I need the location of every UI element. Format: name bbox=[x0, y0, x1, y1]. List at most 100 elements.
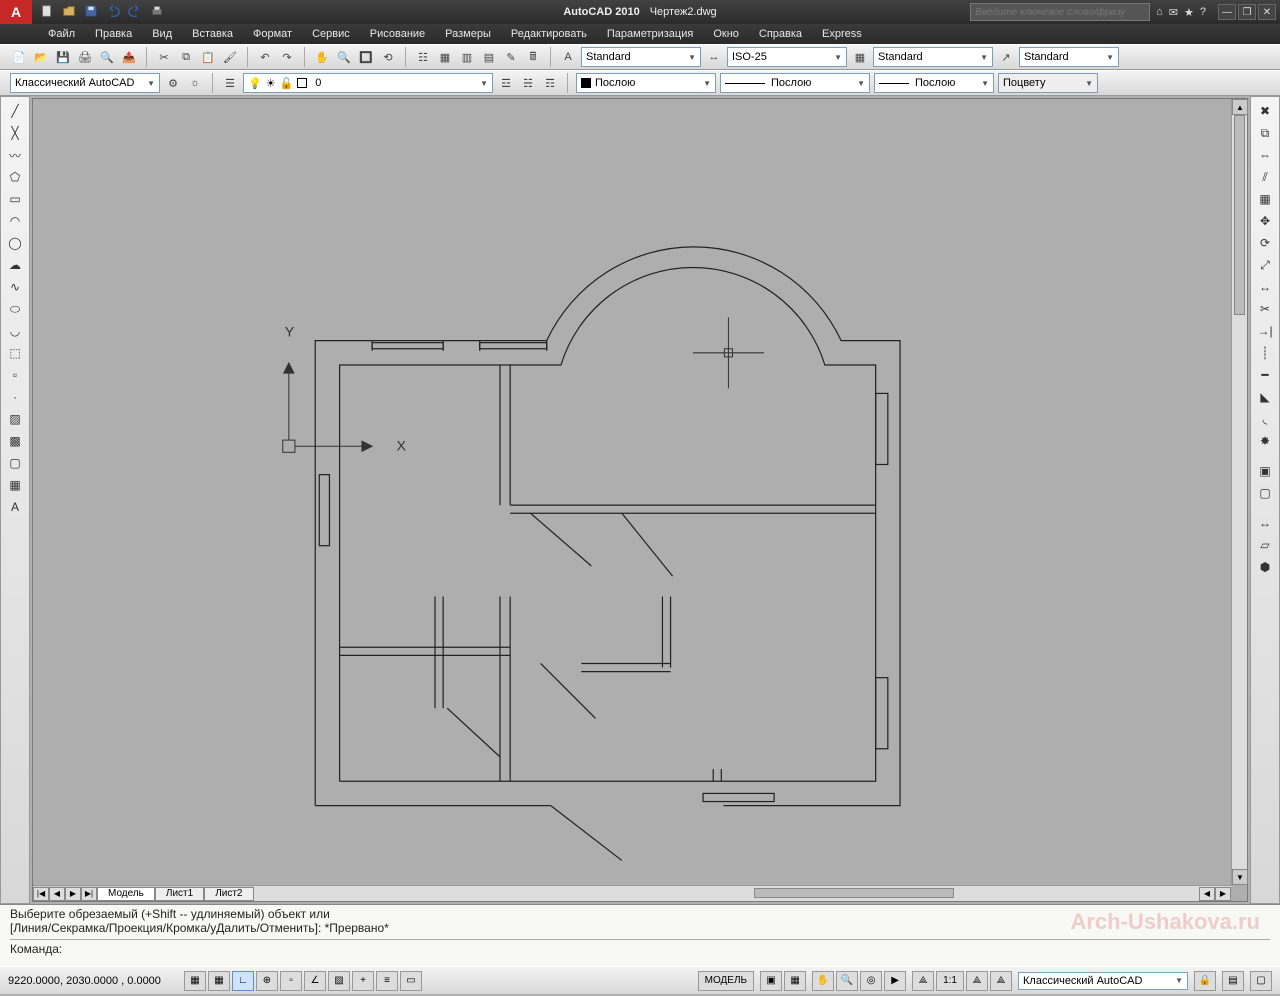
status-workspace-combo[interactable]: Классический AutoCAD▼ bbox=[1018, 972, 1188, 990]
chamfer-icon[interactable]: ◣ bbox=[1255, 387, 1275, 407]
ellipse-arc-icon[interactable]: ◡ bbox=[5, 321, 25, 341]
minimize-button[interactable]: — bbox=[1218, 4, 1236, 20]
zoom-status-icon[interactable]: 🔍 bbox=[836, 971, 858, 991]
save-file-icon[interactable]: 💾 bbox=[54, 48, 72, 66]
offset-icon[interactable]: ⫽ bbox=[1255, 167, 1275, 187]
tab-prev-button[interactable]: ◀ bbox=[49, 887, 65, 901]
move-icon[interactable]: ✥ bbox=[1255, 211, 1275, 231]
drawing-canvas[interactable]: X Y bbox=[32, 98, 1248, 902]
print-icon[interactable] bbox=[150, 4, 166, 20]
rotate-icon[interactable]: ⟳ bbox=[1255, 233, 1275, 253]
infocenter-icon[interactable]: ⌂ bbox=[1156, 6, 1163, 18]
tab-first-button[interactable]: |◀ bbox=[33, 887, 49, 901]
open-file-icon[interactable]: 📂 bbox=[32, 48, 50, 66]
quickcalc-icon[interactable]: 🖩 bbox=[524, 48, 542, 66]
fillet-icon[interactable]: ◟ bbox=[1255, 409, 1275, 429]
menu-file[interactable]: Файл bbox=[40, 26, 83, 42]
table-style-combo[interactable]: Standard▼ bbox=[873, 47, 993, 67]
close-button[interactable]: ✕ bbox=[1258, 4, 1276, 20]
qnew-icon[interactable]: 📄 bbox=[10, 48, 28, 66]
pan-icon[interactable]: ✋ bbox=[313, 48, 331, 66]
tab-next-button[interactable]: ▶ bbox=[65, 887, 81, 901]
make-block-icon[interactable]: ▫ bbox=[5, 365, 25, 385]
menu-express[interactable]: Express bbox=[814, 26, 870, 42]
matchprop-icon[interactable]: 🖌 bbox=[221, 48, 239, 66]
command-input[interactable] bbox=[66, 942, 1270, 956]
draworder-front-icon[interactable]: ▣ bbox=[1255, 461, 1275, 481]
redo-icon[interactable] bbox=[128, 4, 144, 20]
menu-format[interactable]: Формат bbox=[245, 26, 300, 42]
mleaderstyle-icon[interactable]: ↗ bbox=[997, 48, 1015, 66]
tab-model[interactable]: Модель bbox=[97, 887, 155, 901]
mtext-icon[interactable]: A bbox=[5, 497, 25, 517]
arc-icon[interactable]: ◠ bbox=[5, 211, 25, 231]
horizontal-scrollbar[interactable]: |◀ ◀ ▶ ▶| Модель Лист1 Лист2 ◀ ▶ bbox=[33, 885, 1231, 901]
textstyle-icon[interactable]: A bbox=[559, 48, 577, 66]
sheetset-icon[interactable]: ▤ bbox=[480, 48, 498, 66]
osnap-toggle[interactable]: ▫ bbox=[280, 971, 302, 991]
dim-style-combo[interactable]: ISO-25▼ bbox=[727, 47, 847, 67]
scroll-left-button[interactable]: ◀ bbox=[1199, 887, 1215, 901]
favorites-icon[interactable]: ★ bbox=[1184, 6, 1194, 19]
text-style-combo[interactable]: Standard▼ bbox=[581, 47, 701, 67]
measure-mass-icon[interactable]: ⬢ bbox=[1255, 557, 1275, 577]
menu-window[interactable]: Окно bbox=[705, 26, 747, 42]
line-icon[interactable]: ╱ bbox=[5, 101, 25, 121]
mirror-icon[interactable]: ⇔ bbox=[1255, 145, 1275, 165]
insert-block-icon[interactable]: ⬚ bbox=[5, 343, 25, 363]
trim-icon[interactable]: ✂ bbox=[1255, 299, 1275, 319]
join-icon[interactable]: ━ bbox=[1255, 365, 1275, 385]
draworder-back-icon[interactable]: ▢ bbox=[1255, 483, 1275, 503]
linetype-combo[interactable]: Послою▼ bbox=[720, 73, 870, 93]
toolpalettes-icon[interactable]: ▥ bbox=[458, 48, 476, 66]
showmotion-icon[interactable]: ▶ bbox=[884, 971, 906, 991]
help-icon[interactable]: ? bbox=[1200, 6, 1206, 18]
ducs-toggle[interactable]: ▨ bbox=[328, 971, 350, 991]
undo-btn-icon[interactable]: ↶ bbox=[256, 48, 274, 66]
workspace-combo[interactable]: Классический AutoCAD▼ bbox=[10, 73, 160, 93]
hatch-icon[interactable]: ▨ bbox=[5, 409, 25, 429]
cut-icon[interactable]: ✂ bbox=[155, 48, 173, 66]
table-icon[interactable]: ▦ bbox=[5, 475, 25, 495]
publish-icon[interactable]: 📤 bbox=[120, 48, 138, 66]
hardware-accel-icon[interactable]: ▤ bbox=[1222, 971, 1244, 991]
point-icon[interactable]: · bbox=[5, 387, 25, 407]
menu-view[interactable]: Вид bbox=[144, 26, 180, 42]
tab-sheet1[interactable]: Лист1 bbox=[155, 887, 204, 901]
markup-icon[interactable]: ✎ bbox=[502, 48, 520, 66]
polar-toggle[interactable]: ⊕ bbox=[256, 971, 278, 991]
mleader-style-combo[interactable]: Standard▼ bbox=[1019, 47, 1119, 67]
command-window[interactable]: Arch-Ushakova.ru Выберите обрезаемый (+S… bbox=[0, 904, 1280, 966]
scroll-down-button[interactable]: ▼ bbox=[1232, 869, 1248, 885]
pan-status-icon[interactable]: ✋ bbox=[812, 971, 834, 991]
lwt-toggle[interactable]: ≡ bbox=[376, 971, 398, 991]
ellipse-icon[interactable]: ⬭ bbox=[5, 299, 25, 319]
ortho-toggle[interactable]: ∟ bbox=[232, 971, 254, 991]
menu-modify[interactable]: Редактировать bbox=[503, 26, 595, 42]
layer-iso-icon[interactable]: ☶ bbox=[541, 74, 559, 92]
dimstyle-icon[interactable]: ↔ bbox=[705, 48, 723, 66]
zoom-realtime-icon[interactable]: 🔍 bbox=[335, 48, 353, 66]
workspace-save-icon[interactable]: ☼ bbox=[186, 74, 204, 92]
properties-icon[interactable]: ☷ bbox=[414, 48, 432, 66]
scale-icon[interactable]: ⤢ bbox=[1255, 255, 1275, 275]
dyn-toggle[interactable]: + bbox=[352, 971, 374, 991]
xline-icon[interactable]: ╳ bbox=[5, 123, 25, 143]
lineweight-combo[interactable]: Послою▼ bbox=[874, 73, 994, 93]
vscroll-thumb[interactable] bbox=[1234, 115, 1245, 315]
snap-toggle[interactable]: ▦ bbox=[184, 971, 206, 991]
copy-obj-icon[interactable]: ⧉ bbox=[1255, 123, 1275, 143]
layer-states-icon[interactable]: ☲ bbox=[497, 74, 515, 92]
tab-last-button[interactable]: ▶| bbox=[81, 887, 97, 901]
maximize-button[interactable]: ❐ bbox=[1238, 4, 1256, 20]
tablestyle-icon[interactable]: ▦ bbox=[851, 48, 869, 66]
quickview-drawings-icon[interactable]: ▦ bbox=[784, 971, 806, 991]
revcloud-icon[interactable]: ☁ bbox=[5, 255, 25, 275]
polygon-icon[interactable]: ⬠ bbox=[5, 167, 25, 187]
region-icon[interactable]: ▢ bbox=[5, 453, 25, 473]
help-search-input[interactable] bbox=[970, 3, 1150, 21]
menu-help[interactable]: Справка bbox=[751, 26, 810, 42]
new-icon[interactable] bbox=[40, 4, 56, 20]
save-icon[interactable] bbox=[84, 4, 100, 20]
layer-previous-icon[interactable]: ☵ bbox=[519, 74, 537, 92]
